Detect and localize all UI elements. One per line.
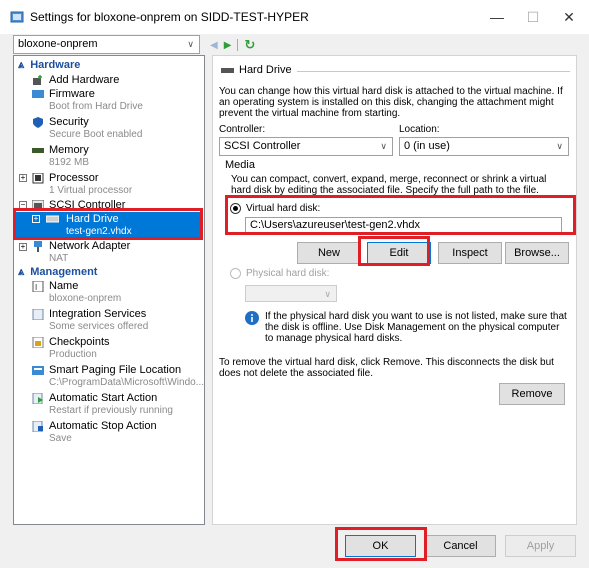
chevron-down-icon: ∨: [380, 141, 387, 151]
back-arrow-icon[interactable]: ◀: [210, 40, 218, 51]
shield-icon: [33, 117, 43, 128]
management-section-header[interactable]: ⩓ Management: [18, 266, 97, 279]
physical-hard-disk-radio[interactable]: [230, 268, 241, 279]
title-bar: Settings for bloxone-onprem on SIDD-TEST…: [0, 0, 589, 34]
expand-icon[interactable]: +: [19, 243, 27, 251]
hard-drive-icon: [46, 215, 59, 223]
settings-tree: ⩓ Hardware Add Hardware Firmware Boot fro…: [13, 55, 205, 525]
controller-label: Controller:: [219, 124, 266, 135]
remove-info-text: To remove the virtual hard disk, click R…: [219, 357, 554, 379]
automatic-start-icon: [32, 393, 43, 404]
integration-services-icon: [32, 309, 44, 320]
remove-button[interactable]: Remove: [499, 383, 565, 405]
virtual-hard-disk-label: Virtual hard disk:: [246, 203, 321, 214]
maximize-button[interactable]: ☐: [518, 6, 548, 28]
scsi-controller-icon: [32, 200, 44, 211]
vm-selector-value: bloxone-onprem: [18, 38, 98, 50]
nav-toolbar: ◀ ▶ ↻: [210, 37, 255, 53]
hardware-section-header[interactable]: ⩓ Hardware: [18, 59, 80, 72]
minimize-button[interactable]: —: [482, 6, 512, 28]
refresh-icon[interactable]: ↻: [244, 37, 255, 53]
browse-button[interactable]: Browse...: [505, 242, 569, 264]
svg-text:I: I: [35, 283, 37, 292]
network-adapter-icon: [34, 241, 42, 252]
panel-header: Hard Drive: [239, 64, 292, 76]
collapse-icon: ⩓: [18, 266, 25, 278]
apply-button[interactable]: Apply: [505, 535, 576, 557]
physical-disk-select[interactable]: ∨: [245, 285, 337, 302]
add-hardware-icon: [33, 75, 42, 85]
expand-icon[interactable]: +: [19, 174, 27, 182]
collapse-icon: ⩓: [18, 59, 25, 71]
collapse-icon[interactable]: −: [19, 201, 27, 209]
name-icon: I: [32, 281, 44, 292]
chevron-down-icon: ∨: [324, 289, 331, 299]
smart-paging-icon: [32, 366, 44, 375]
processor-icon: [32, 173, 44, 184]
expand-icon[interactable]: +: [32, 215, 40, 223]
close-button[interactable]: ✕: [554, 6, 584, 28]
ok-button[interactable]: OK: [345, 535, 416, 557]
settings-app-icon: [10, 11, 24, 23]
physical-info-text: If the physical hard disk you want to us…: [265, 311, 567, 344]
automatic-stop-icon: [32, 421, 43, 432]
chevron-down-icon: ∨: [187, 39, 194, 49]
virtual-hard-disk-radio[interactable]: [230, 203, 241, 214]
location-label: Location:: [399, 124, 440, 135]
media-text: You can compact, convert, expand, merge,…: [231, 174, 547, 196]
hard-drive-icon: [221, 68, 234, 73]
inspect-button[interactable]: Inspect: [438, 242, 502, 264]
forward-arrow-icon[interactable]: ▶: [224, 40, 232, 51]
firmware-icon: [32, 90, 44, 98]
physical-hard-disk-label: Physical hard disk:: [246, 268, 330, 279]
vm-selector[interactable]: bloxone-onprem ∨: [13, 35, 200, 54]
nav-separator: [237, 39, 239, 51]
tree-item-hard-drive[interactable]: + Hard Drive test-gen2.vhdx: [16, 212, 202, 239]
cancel-button[interactable]: Cancel: [425, 535, 496, 557]
edit-button[interactable]: Edit: [367, 242, 431, 264]
media-group-label: Media: [225, 159, 255, 171]
controller-select[interactable]: SCSI Controller ∨: [219, 137, 393, 156]
vhd-path-input[interactable]: C:\Users\azureuser\test-gen2.vhdx: [245, 217, 562, 235]
checkpoints-icon: [32, 337, 44, 348]
info-icon: [245, 311, 259, 325]
new-button[interactable]: New: [297, 242, 361, 264]
location-select[interactable]: 0 (in use) ∨: [399, 137, 569, 156]
chevron-down-icon: ∨: [556, 141, 563, 151]
intro-text: You can change how this virtual hard dis…: [219, 86, 563, 119]
hard-drive-panel: Hard Drive You can change how this virtu…: [212, 55, 577, 525]
window-title: Settings for bloxone-onprem on SIDD-TEST…: [30, 10, 309, 24]
memory-icon: [32, 148, 44, 153]
header-divider: [297, 71, 570, 72]
